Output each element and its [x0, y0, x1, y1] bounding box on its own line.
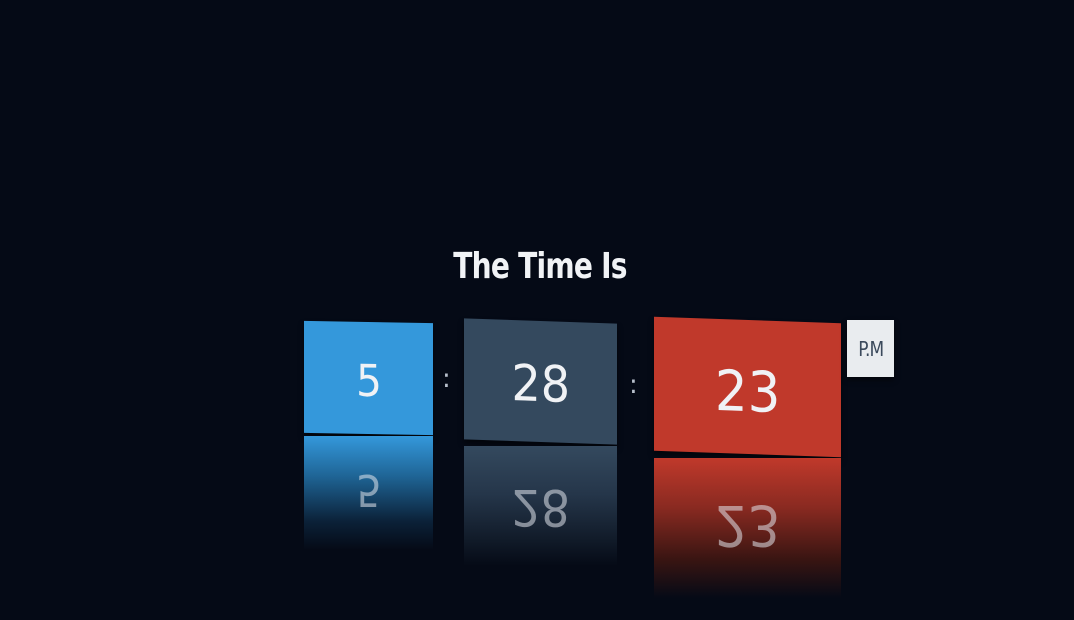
minutes-tile: 28	[464, 318, 617, 445]
hours-minutes-separator: :	[442, 364, 451, 394]
clock-title: The Time Is	[453, 246, 627, 287]
meridiem-badge: P.M	[847, 320, 894, 377]
hours-reflection: 5	[304, 436, 433, 550]
seconds-reflection: 23	[654, 458, 841, 598]
minutes-reflection: 28	[464, 446, 617, 566]
hours-value: 5	[355, 355, 382, 407]
seconds-tile: 23	[654, 316, 841, 458]
meridiem-label: P.M	[857, 336, 884, 361]
minutes-reflection-value: 28	[511, 478, 570, 536]
hours-reflection-value: 5	[355, 464, 382, 515]
minutes-value: 28	[511, 353, 570, 414]
seconds-value: 23	[714, 358, 781, 426]
seconds-reflection-value: 23	[714, 492, 781, 557]
hours-tile: 5	[304, 320, 433, 436]
minutes-seconds-separator: :	[629, 370, 638, 400]
